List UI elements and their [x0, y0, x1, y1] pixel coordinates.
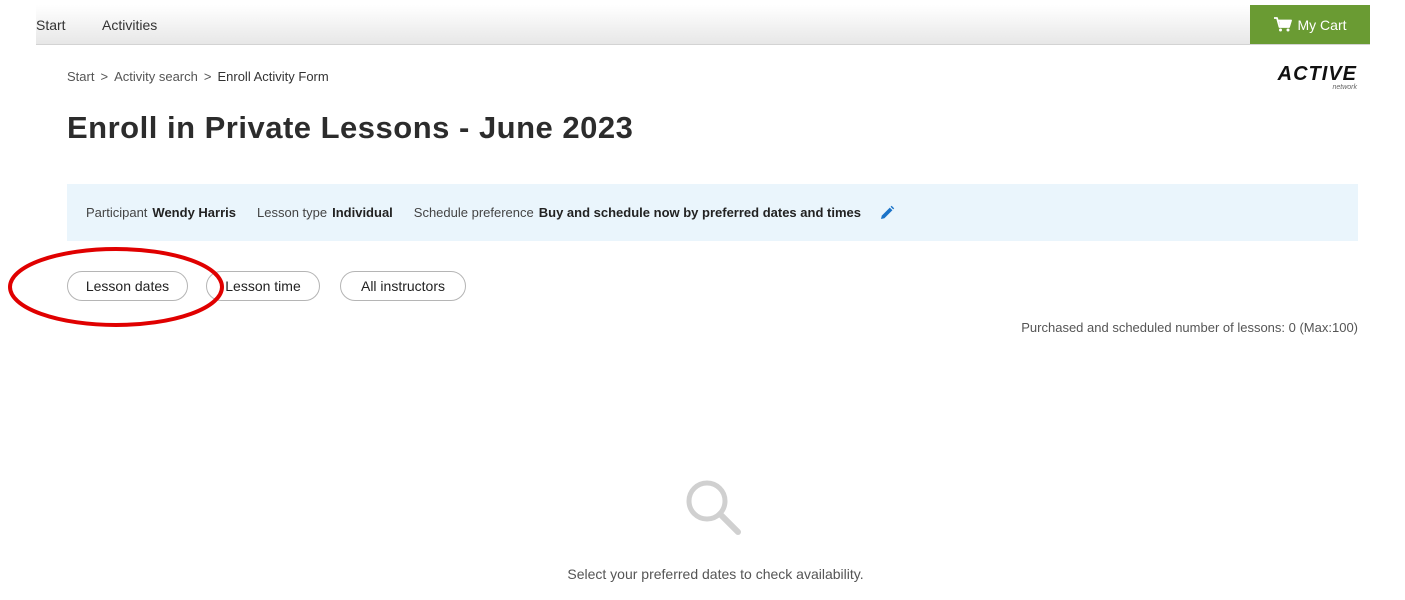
lesson-type-value: Individual — [332, 205, 393, 220]
breadcrumb: Start > Activity search > Enroll Activit… — [67, 69, 329, 84]
nav-start-link[interactable]: Start — [36, 17, 66, 33]
active-network-logo: ACTIVE network — [1278, 64, 1357, 92]
search-icon — [684, 478, 742, 541]
page-title: Enroll in Private Lessons - June 2023 — [67, 110, 634, 145]
my-cart-label: My Cart — [1297, 16, 1347, 33]
lesson-type-group: Lesson type Individual — [257, 205, 393, 220]
enrollment-summary-bar: Participant Wendy Harris Lesson type Ind… — [67, 184, 1358, 241]
breadcrumb-separator: > — [100, 69, 109, 84]
breadcrumb-activity-search[interactable]: Activity search — [114, 69, 198, 84]
schedule-preference-value: Buy and schedule now by preferred dates … — [538, 205, 861, 220]
shopping-cart-icon — [1273, 17, 1292, 32]
breadcrumb-start[interactable]: Start — [67, 69, 94, 84]
empty-state-message: Select your preferred dates to check ava… — [567, 566, 864, 582]
pencil-icon[interactable] — [879, 205, 895, 221]
schedule-preference-group: Schedule preference Buy and schedule now… — [414, 205, 861, 220]
schedule-preference-label: Schedule preference — [413, 205, 534, 220]
breadcrumb-enroll-form: Enroll Activity Form — [217, 69, 329, 84]
participant-group: Participant Wendy Harris — [86, 205, 236, 220]
lesson-time-label: Lesson time — [225, 278, 301, 294]
lesson-count-text: Purchased and scheduled number of lesson… — [1021, 320, 1358, 335]
lesson-time-filter-button[interactable]: Lesson time — [206, 271, 320, 301]
all-instructors-label: All instructors — [360, 278, 446, 294]
logo-main-text: ACTIVE — [1277, 63, 1357, 85]
logo-sub-text: network — [1332, 84, 1357, 91]
participant-value: Wendy Harris — [152, 205, 236, 220]
lesson-dates-filter-button[interactable]: Lesson dates — [67, 271, 188, 301]
participant-label: Participant — [86, 205, 148, 220]
lesson-dates-label: Lesson dates — [85, 278, 170, 294]
my-cart-button[interactable]: My Cart — [1250, 5, 1370, 44]
lesson-type-label: Lesson type — [257, 205, 328, 220]
top-nav-bar: Start Activities My Cart — [36, 5, 1370, 45]
breadcrumb-separator: > — [203, 69, 212, 84]
all-instructors-filter-button[interactable]: All instructors — [340, 271, 466, 301]
nav-activities-link[interactable]: Activities — [102, 17, 157, 33]
